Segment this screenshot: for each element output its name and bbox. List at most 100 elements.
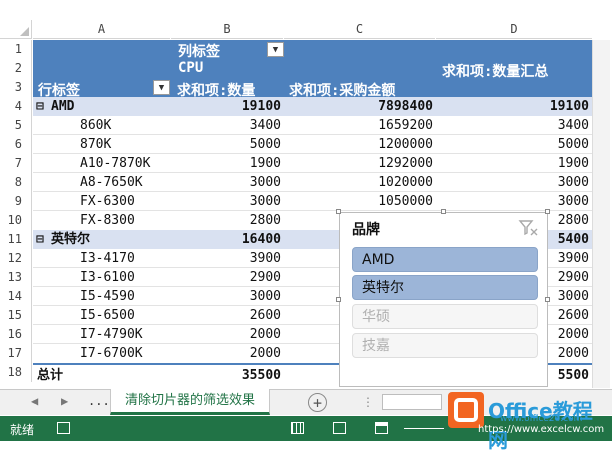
item-label: A10-7870K	[80, 156, 151, 171]
item-label: I3-4170	[80, 251, 135, 266]
row-header[interactable]: 15	[0, 306, 32, 325]
grand-total-qty: 35500	[241, 368, 281, 383]
item-label: FX-6300	[80, 194, 135, 209]
row-header[interactable]: 7	[0, 154, 32, 173]
column-header-b[interactable]: B	[171, 20, 283, 39]
row-header[interactable]: 8	[0, 173, 32, 192]
row-header[interactable]: 13	[0, 268, 32, 287]
row-header[interactable]: 17	[0, 344, 32, 363]
column-filter-dropdown[interactable]: ▼	[267, 42, 284, 57]
add-sheet-button[interactable]: +	[308, 393, 327, 412]
slicer-item-amd[interactable]: AMD	[352, 247, 538, 272]
column-labels-caption: 列标签	[178, 44, 220, 60]
row-header[interactable]: 11	[0, 230, 32, 249]
row-header[interactable]: 1	[0, 40, 32, 59]
resize-handle[interactable]	[441, 209, 446, 214]
brand-slicer[interactable]: 品牌 AMD 英特尔 华硕 技嘉	[339, 212, 548, 387]
column-header-d[interactable]: D	[436, 20, 592, 39]
row-header[interactable]: 5	[0, 116, 32, 135]
item-qty: 2600	[249, 308, 281, 323]
item-amount: 1292000	[378, 156, 433, 171]
page-layout-icon[interactable]	[333, 422, 346, 434]
normal-view-icon[interactable]	[291, 422, 304, 434]
watermark-sub: https://www.excelcw.com	[478, 424, 605, 435]
more-sheets-button[interactable]: ...	[88, 394, 110, 408]
office-logo	[448, 392, 484, 428]
amd-qty-total: 19100	[549, 99, 589, 114]
horizontal-scrollbar[interactable]	[382, 394, 442, 410]
row-header[interactable]: 4	[0, 97, 32, 116]
item-total: 3000	[557, 194, 589, 209]
item-qty: 3000	[249, 194, 281, 209]
item-amount: 1020000	[378, 175, 433, 190]
collapse-toggle-icon[interactable]: ⊟	[36, 97, 44, 116]
tab-splitter-icon[interactable]: ⋮	[362, 395, 374, 409]
item-label: I7-6700K	[80, 346, 143, 361]
resize-handle[interactable]	[545, 209, 550, 214]
intel-qty: 16400	[241, 232, 281, 247]
zoom-slider[interactable]	[404, 428, 444, 429]
slicer-item-intel[interactable]: 英特尔	[352, 275, 538, 300]
row-header[interactable]: 3	[0, 78, 32, 97]
page-break-icon[interactable]	[375, 422, 388, 434]
column-header-a[interactable]: A	[33, 20, 170, 39]
item-total: 3400	[557, 118, 589, 133]
resize-handle[interactable]	[336, 209, 341, 214]
item-qty: 2000	[249, 327, 281, 342]
resize-handle[interactable]	[545, 297, 550, 302]
header-qty-total: 求和项:数量汇总	[442, 64, 549, 80]
clear-filter-icon[interactable]	[518, 219, 540, 237]
row-header[interactable]: 6	[0, 135, 32, 154]
grand-total-label: 总计	[37, 368, 64, 383]
slicer-title: 品牌	[352, 222, 380, 238]
item-amount: 1659200	[378, 118, 433, 133]
row-header[interactable]: 9	[0, 192, 32, 211]
select-all-corner[interactable]	[0, 20, 32, 39]
item-label: I5-4590	[80, 289, 135, 304]
item-total: 1900	[557, 156, 589, 171]
item-qty: 3000	[249, 175, 281, 190]
item-label: 870K	[80, 137, 112, 152]
row-filter-dropdown[interactable]: ▼	[153, 80, 170, 95]
item-amount: 1050000	[378, 194, 433, 209]
sheet-tab-active[interactable]: 清除切片器的筛选效果	[110, 389, 270, 415]
item-qty: 2900	[249, 270, 281, 285]
slicer-item-asus[interactable]: 华硕	[352, 304, 538, 329]
item-qty: 1900	[249, 156, 281, 171]
item-label: I3-6100	[80, 270, 135, 285]
row-header[interactable]: 10	[0, 211, 32, 230]
item-label: 860K	[80, 118, 112, 133]
next-sheet-icon[interactable]: ▶	[61, 394, 68, 408]
item-label: I5-6500	[80, 308, 135, 323]
item-label: I7-4790K	[80, 327, 143, 342]
row-header[interactable]: 14	[0, 287, 32, 306]
macro-record-icon[interactable]	[57, 422, 70, 434]
watermark-url: www.office26.com	[500, 414, 583, 424]
column-header-c[interactable]: C	[284, 20, 435, 39]
item-qty: 2000	[249, 346, 281, 361]
item-qty: 3000	[249, 289, 281, 304]
item-total: 5000	[557, 137, 589, 152]
item-label: A8-7650K	[80, 175, 143, 190]
group-label-amd: AMD	[51, 99, 75, 114]
item-qty: 5000	[249, 137, 281, 152]
item-label: FX-8300	[80, 213, 135, 228]
item-amount: 1200000	[378, 137, 433, 152]
row-header[interactable]: 16	[0, 325, 32, 344]
item-qty: 2800	[249, 213, 281, 228]
item-total: 3000	[557, 175, 589, 190]
item-qty: 3900	[249, 251, 281, 266]
collapse-toggle-icon[interactable]: ⊟	[36, 230, 44, 249]
group-label-intel: 英特尔	[51, 232, 91, 247]
vertical-scrollbar[interactable]	[592, 40, 610, 388]
prev-sheet-icon[interactable]: ◀	[31, 394, 38, 408]
amd-amount: 7898400	[378, 99, 433, 114]
resize-handle[interactable]	[336, 297, 341, 302]
row-header[interactable]: 2	[0, 59, 32, 78]
row-header[interactable]: 18	[0, 363, 32, 382]
amd-qty: 19100	[241, 99, 281, 114]
status-ready: 就绪	[10, 423, 35, 437]
cpu-field-label: CPU	[178, 60, 204, 76]
slicer-item-gigabyte[interactable]: 技嘉	[352, 333, 538, 358]
row-header[interactable]: 12	[0, 249, 32, 268]
